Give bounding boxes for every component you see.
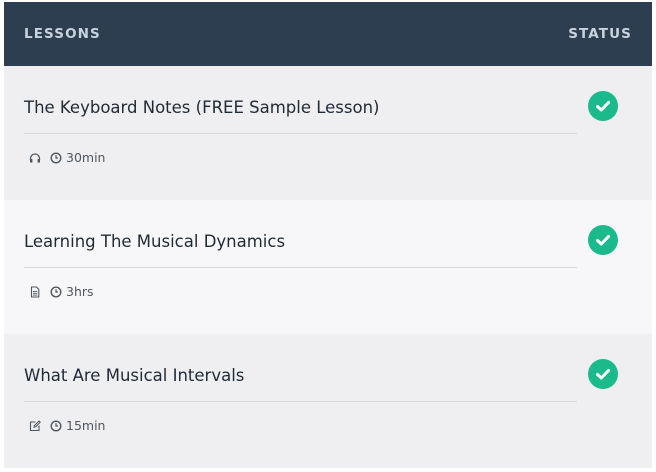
status-check-icon [588, 359, 618, 389]
document-icon [28, 285, 41, 298]
lesson-meta: 30min [28, 150, 105, 165]
status-column-header: STATUS [568, 26, 632, 42]
lesson-title[interactable]: The Keyboard Notes (FREE Sample Lesson) [24, 98, 379, 117]
clock-icon [49, 151, 62, 164]
clock-icon [49, 285, 62, 298]
divider [24, 401, 577, 402]
clock-icon [49, 419, 62, 432]
lessons-table-header: LESSONS STATUS [4, 2, 652, 66]
status-check-icon [588, 225, 618, 255]
lesson-title[interactable]: What Are Musical Intervals [24, 366, 244, 385]
lesson-meta: 3hrs [28, 284, 94, 299]
lesson-row[interactable]: The Keyboard Notes (FREE Sample Lesson) … [4, 66, 652, 200]
status-check-icon [588, 91, 618, 121]
lesson-title[interactable]: Learning The Musical Dynamics [24, 232, 285, 251]
divider [24, 267, 577, 268]
lesson-meta: 15min [28, 418, 105, 433]
divider [24, 133, 577, 134]
lesson-duration: 30min [66, 150, 106, 165]
lessons-panel: LESSONS STATUS The Keyboard Notes (FREE … [4, 2, 652, 468]
lesson-row[interactable]: What Are Musical Intervals 15min [4, 334, 652, 468]
headphones-icon [28, 151, 41, 164]
lesson-duration: 15min [66, 418, 106, 433]
lesson-duration: 3hrs [66, 284, 94, 299]
lessons-column-header: LESSONS [24, 26, 101, 42]
edit-icon [28, 419, 41, 432]
lesson-row[interactable]: Learning The Musical Dynamics 3hrs [4, 200, 652, 334]
